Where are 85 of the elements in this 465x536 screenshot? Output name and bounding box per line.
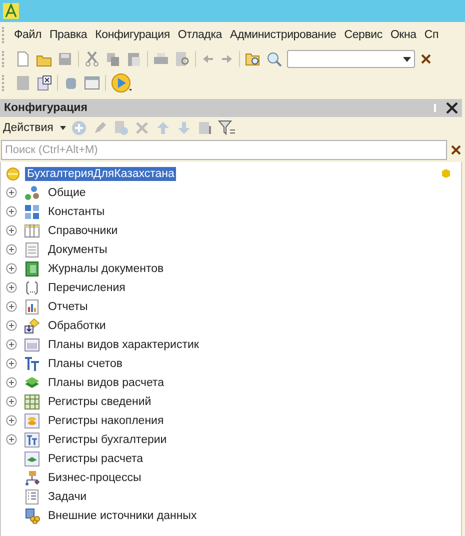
chart-of-accounts-icon — [24, 356, 40, 372]
columns-icon — [24, 222, 40, 238]
add-icon[interactable] — [71, 120, 88, 136]
menu-item[interactable]: Отладка — [174, 28, 226, 40]
print-icon[interactable] — [153, 51, 169, 67]
circles-icon — [24, 184, 40, 200]
blocks-icon — [24, 204, 40, 220]
task-list-icon — [24, 488, 40, 504]
tree-item[interactable]: Общие — [46, 186, 88, 200]
expand-icon[interactable] — [6, 225, 17, 236]
menu-item[interactable]: Сервис — [340, 28, 386, 40]
expand-icon[interactable] — [6, 358, 17, 369]
tree-item[interactable]: Перечисления — [46, 280, 128, 294]
tree-item[interactable]: Планы видов характеристик — [46, 338, 201, 352]
pencil-icon[interactable] — [92, 120, 108, 136]
expand-icon[interactable] — [6, 320, 17, 331]
tree-item[interactable]: Бизнес-процессы — [46, 470, 144, 484]
grid-icon — [24, 336, 40, 352]
document-x-icon[interactable] — [36, 75, 52, 91]
menu-item[interactable]: Правка — [45, 28, 92, 40]
dropdown-arrow-icon[interactable] — [60, 126, 66, 130]
tree-item[interactable]: Справочники — [46, 224, 120, 238]
expand-icon[interactable] — [6, 396, 17, 407]
expand-icon[interactable] — [6, 434, 17, 445]
close-icon[interactable] — [446, 102, 458, 114]
table-icon — [24, 394, 40, 410]
tree-item[interactable]: Журналы документов — [46, 262, 166, 276]
form-icon[interactable] — [84, 75, 100, 91]
expand-icon[interactable] — [6, 415, 17, 426]
expand-icon[interactable] — [6, 244, 17, 255]
tree-item[interactable]: Обработки — [46, 318, 108, 332]
menu-item[interactable]: Сп — [420, 28, 443, 40]
tree-item[interactable]: Отчеты — [46, 300, 90, 314]
expand-icon[interactable] — [6, 263, 17, 274]
new-file-icon[interactable] — [15, 51, 31, 67]
ledger-icon — [24, 432, 40, 448]
search-field[interactable]: Поиск (Ctrl+Alt+M) — [1, 140, 447, 160]
filter-icon[interactable] — [218, 120, 236, 136]
tree-item[interactable]: Регистры расчета — [46, 452, 146, 466]
tree-item[interactable]: Планы счетов — [46, 356, 124, 370]
processing-icon — [24, 318, 40, 334]
expand-icon[interactable] — [6, 377, 17, 388]
search-combo-field[interactable] — [287, 50, 415, 68]
report-icon — [24, 298, 40, 314]
clear-icon[interactable] — [450, 144, 462, 156]
tree-item[interactable]: Регистры сведений — [46, 394, 154, 408]
tree-item[interactable]: Документы — [46, 242, 110, 256]
play-icon[interactable] — [111, 73, 133, 93]
tree-item[interactable]: Внешние источники данных — [46, 508, 199, 522]
braces-icon — [24, 280, 40, 296]
config-root-icon — [6, 166, 20, 180]
tree-item[interactable]: Планы видов расчета — [46, 376, 166, 390]
delete-icon[interactable] — [134, 120, 150, 136]
app-logo-icon — [3, 3, 19, 19]
tree-item[interactable]: Регистры бухгалтерии — [46, 432, 169, 446]
actions-menu-button[interactable]: Действия — [3, 122, 56, 134]
menu-item[interactable]: Администрирование — [226, 28, 340, 40]
paste-icon[interactable] — [126, 51, 142, 67]
document-icon — [24, 242, 40, 258]
menu-item[interactable]: Файл — [10, 28, 46, 40]
coins-icon — [24, 412, 40, 428]
menu-item[interactable]: Конфигурация — [91, 28, 174, 40]
journal-icon — [24, 260, 40, 276]
register-icon — [24, 450, 40, 466]
save-icon[interactable] — [57, 51, 73, 67]
expand-icon[interactable] — [6, 187, 17, 198]
dropdown-arrow-icon[interactable] — [403, 56, 411, 62]
tree-item[interactable]: Константы — [46, 204, 107, 218]
layers-icon — [24, 374, 40, 390]
flowchart-icon — [24, 470, 40, 486]
cut-icon[interactable] — [84, 51, 100, 67]
menu-item[interactable]: Окна — [386, 28, 420, 40]
tree-item[interactable]: Регистры накопления — [46, 414, 166, 428]
find-folder-icon[interactable] — [245, 51, 261, 67]
tree-item[interactable]: БухгалтерияДляКазахстана — [25, 166, 176, 180]
expand-icon[interactable] — [6, 339, 17, 350]
cube-icon — [442, 169, 450, 178]
copy-icon[interactable] — [105, 51, 121, 67]
panel-title: Конфигурация — [4, 102, 88, 114]
expand-icon[interactable] — [6, 206, 17, 217]
preview-icon[interactable] — [174, 51, 190, 67]
expand-icon[interactable] — [6, 301, 17, 312]
expand-icon[interactable] — [6, 282, 17, 293]
search-icon[interactable] — [266, 51, 282, 67]
tree-item[interactable]: Задачи — [46, 490, 89, 504]
